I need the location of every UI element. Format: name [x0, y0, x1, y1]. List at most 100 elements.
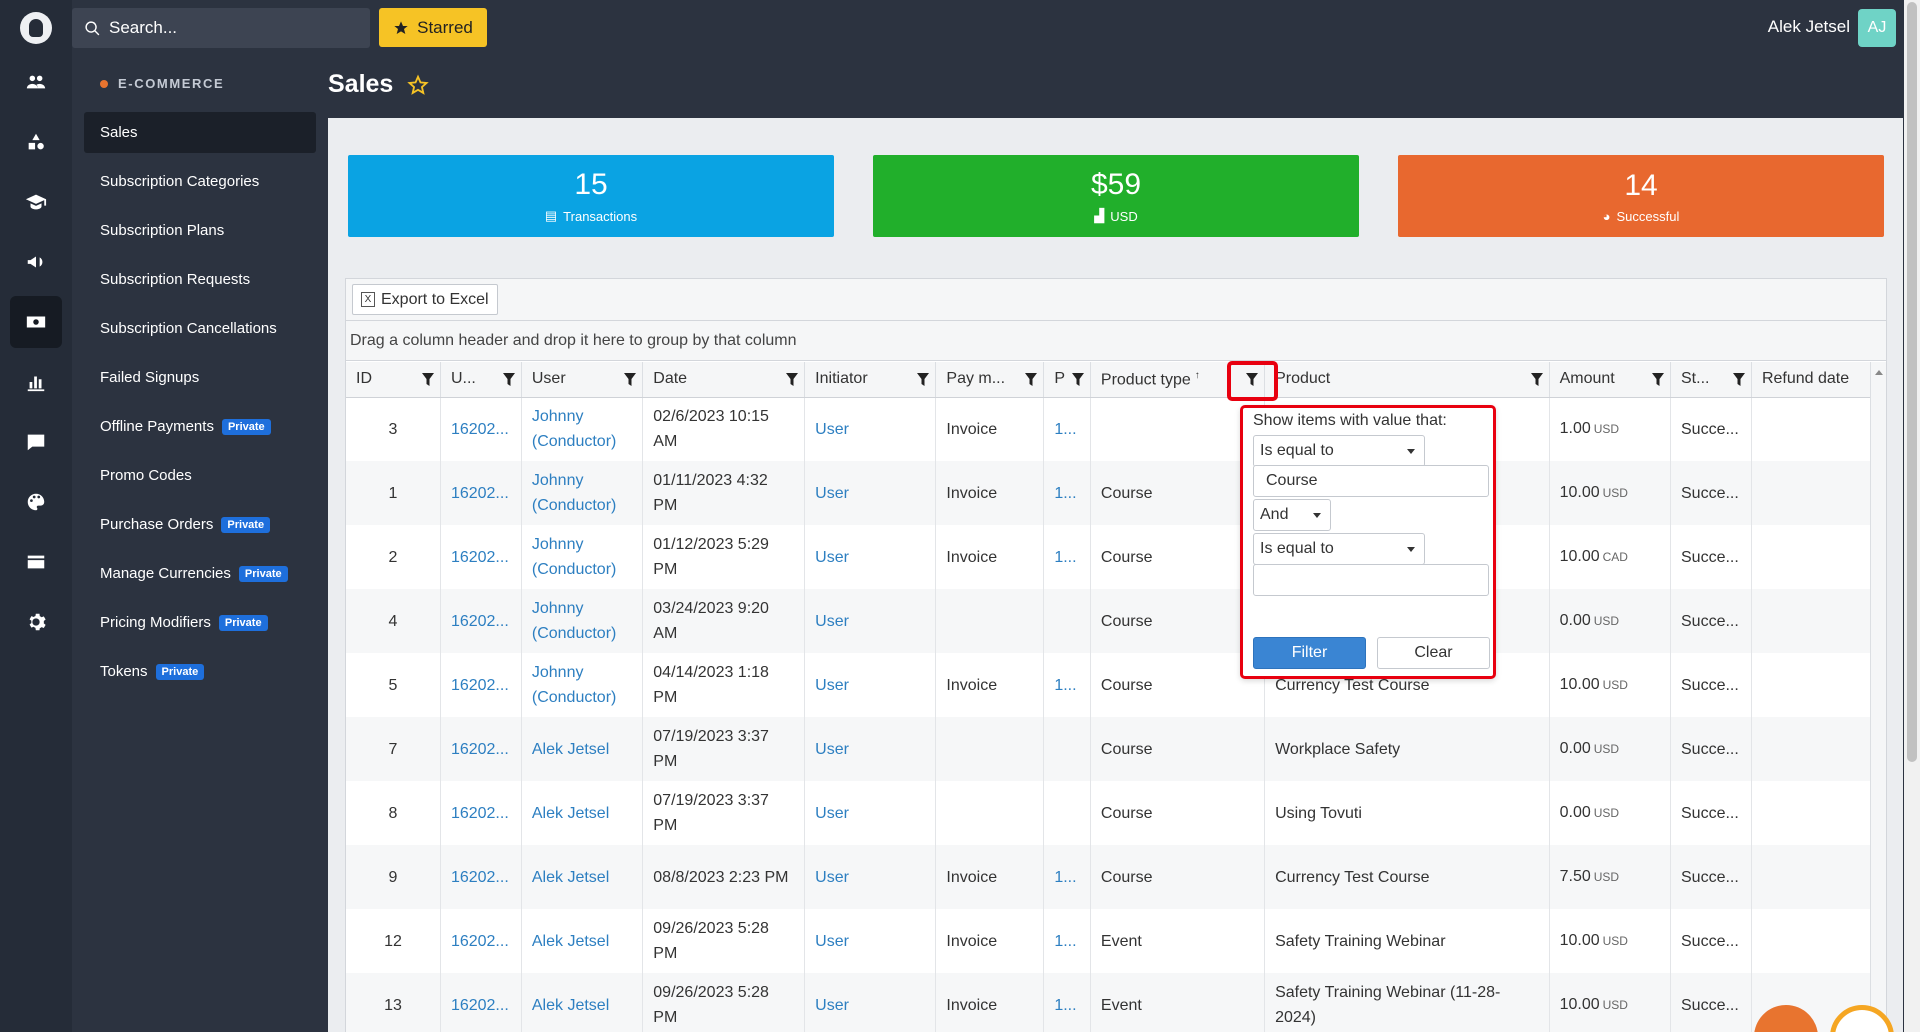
cell-initiator[interactable]: User	[804, 397, 937, 461]
cell-user[interactable]: Alek Jetsel	[521, 909, 644, 973]
search-input[interactable]	[109, 18, 349, 38]
filter-clear-button[interactable]: Clear	[1377, 637, 1490, 669]
sidebar-item-subscription-requests[interactable]: Subscription Requests	[84, 259, 316, 300]
cell-user[interactable]: Johnny (Conductor)	[521, 525, 644, 589]
filter-icon[interactable]	[1732, 373, 1745, 386]
filter-icon[interactable]	[502, 373, 515, 386]
cell-initiator[interactable]: User	[804, 909, 937, 973]
table-row[interactable]: 9 16202... Alek Jetsel 08/8/2023 2:23 PM Use…	[346, 845, 1872, 909]
column-header-amount[interactable]: Amount	[1549, 362, 1672, 398]
column-header-p[interactable]: P	[1043, 362, 1091, 398]
rail-item-chat[interactable]	[10, 416, 62, 468]
filter-operator-1[interactable]: Is equal to	[1253, 435, 1425, 467]
column-header-pay-m[interactable]: Pay m...	[935, 362, 1045, 398]
filter-icon[interactable]	[1652, 373, 1664, 386]
cell-initiator[interactable]: User	[804, 589, 937, 653]
column-header-refund-date[interactable]: Refund date	[1751, 362, 1872, 398]
cell-user-id[interactable]: 16202...	[440, 653, 522, 717]
cell-p[interactable]: 1...	[1043, 845, 1091, 909]
cell-p[interactable]: 1...	[1043, 397, 1091, 461]
cell-user[interactable]: Alek Jetsel	[521, 845, 644, 909]
cell-p[interactable]	[1043, 589, 1091, 653]
scroll-up-icon[interactable]	[1874, 370, 1883, 375]
rail-item-gear[interactable]	[10, 596, 62, 648]
filter-icon[interactable]	[1025, 373, 1038, 386]
rail-item-users[interactable]	[10, 56, 62, 108]
table-row[interactable]: 13 16202... Alek Jetsel 09/26/2023 5:28 PM U…	[346, 973, 1872, 1032]
table-row[interactable]: 2 16202... Johnny (Conductor) 01/12/2023 5:…	[346, 525, 1872, 589]
rail-item-graduation-cap[interactable]	[10, 176, 62, 228]
rail-item-money[interactable]	[10, 296, 62, 348]
sidebar-item-subscription-cancellations[interactable]: Subscription Cancellations	[84, 308, 316, 349]
sidebar-item-subscription-plans[interactable]: Subscription Plans	[84, 210, 316, 251]
column-header-product[interactable]: Product	[1264, 362, 1550, 398]
grid-scrollbar[interactable]	[1870, 362, 1886, 1032]
rail-item-palette[interactable]	[10, 476, 62, 528]
cell-p[interactable]: 1...	[1043, 973, 1091, 1032]
cell-user[interactable]: Alek Jetsel	[521, 973, 644, 1032]
cell-initiator[interactable]: User	[804, 653, 937, 717]
page-scrollbar[interactable]	[1904, 0, 1920, 1032]
sidebar-item-subscription-categories[interactable]: Subscription Categories	[84, 161, 316, 202]
column-header-date[interactable]: Date	[642, 362, 806, 398]
cell-user-id[interactable]: 16202...	[440, 845, 522, 909]
table-row[interactable]: 7 16202... Alek Jetsel 07/19/2023 3:37 PM Us…	[346, 717, 1872, 781]
cell-initiator[interactable]: User	[804, 461, 937, 525]
table-row[interactable]: 8 16202... Alek Jetsel 07/19/2023 3:37 PM Us…	[346, 781, 1872, 845]
filter-icon[interactable]	[624, 373, 637, 386]
filter-icon[interactable]	[917, 373, 930, 386]
cell-initiator[interactable]: User	[804, 717, 937, 781]
filter-icon[interactable]	[1071, 373, 1084, 386]
cell-initiator[interactable]: User	[804, 525, 937, 589]
cell-initiator[interactable]: User	[804, 845, 937, 909]
sidebar-item-tokens[interactable]: Tokens Private	[84, 651, 316, 692]
user-name[interactable]: Alek Jetsel	[1768, 17, 1850, 37]
column-header-id[interactable]: ID	[346, 362, 441, 398]
column-header-u[interactable]: U...	[440, 362, 522, 398]
search-box[interactable]	[72, 8, 370, 48]
filter-value-1-input[interactable]	[1253, 465, 1489, 497]
cell-user-id[interactable]: 16202...	[440, 589, 522, 653]
cell-user[interactable]: Johnny (Conductor)	[521, 461, 644, 525]
cell-user-id[interactable]: 16202...	[440, 397, 522, 461]
favorite-star-icon[interactable]	[407, 73, 430, 96]
table-row[interactable]: 4 16202... Johnny (Conductor) 03/24/2023 9:…	[346, 589, 1872, 653]
rail-item-card[interactable]	[10, 536, 62, 588]
filter-operator-2[interactable]: Is equal to	[1253, 533, 1425, 565]
sidebar-item-pricing-modifiers[interactable]: Pricing Modifiers Private	[84, 602, 316, 643]
filter-logic-select[interactable]: And	[1253, 499, 1331, 531]
group-drop-area[interactable]: Drag a column header and drop it here to…	[346, 321, 1886, 361]
cell-user[interactable]: Johnny (Conductor)	[521, 589, 644, 653]
cell-user-id[interactable]: 16202...	[440, 461, 522, 525]
cell-p[interactable]: 1...	[1043, 461, 1091, 525]
cell-user-id[interactable]: 16202...	[440, 525, 522, 589]
app-logo[interactable]	[20, 12, 52, 44]
sidebar-item-sales[interactable]: Sales	[84, 112, 316, 153]
column-header-initiator[interactable]: Initiator	[804, 362, 937, 398]
cell-p[interactable]	[1043, 717, 1091, 781]
rail-item-shapes[interactable]	[10, 116, 62, 168]
cell-p[interactable]	[1043, 781, 1091, 845]
table-row[interactable]: 1 16202... Johnny (Conductor) 01/11/2023 4:…	[346, 461, 1872, 525]
filter-icon[interactable]	[421, 373, 434, 386]
starred-button[interactable]: Starred	[379, 8, 487, 47]
export-excel-button[interactable]: X Export to Excel	[352, 284, 498, 315]
rail-item-chart[interactable]	[10, 356, 62, 408]
filter-icon[interactable]	[786, 373, 799, 386]
filter-icon[interactable]	[1530, 373, 1543, 386]
table-row[interactable]: 5 16202... Johnny (Conductor) 04/14/2023 1:…	[346, 653, 1872, 717]
column-header-st[interactable]: St...	[1670, 362, 1752, 398]
filter-value-2-input[interactable]	[1253, 564, 1489, 596]
scroll-thumb[interactable]	[1907, 2, 1917, 762]
column-header-user[interactable]: User	[521, 362, 644, 398]
cell-initiator[interactable]: User	[804, 973, 937, 1032]
cell-user[interactable]: Johnny (Conductor)	[521, 397, 644, 461]
cell-user[interactable]: Johnny (Conductor)	[521, 653, 644, 717]
cell-user-id[interactable]: 16202...	[440, 909, 522, 973]
cell-p[interactable]: 1...	[1043, 653, 1091, 717]
cell-initiator[interactable]: User	[804, 781, 937, 845]
sidebar-item-purchase-orders[interactable]: Purchase Orders Private	[84, 504, 316, 545]
table-row[interactable]: 3 16202... Johnny (Conductor) 02/6/2023 10:…	[346, 397, 1872, 461]
rail-item-megaphone[interactable]	[10, 236, 62, 288]
filter-apply-button[interactable]: Filter	[1253, 637, 1366, 669]
